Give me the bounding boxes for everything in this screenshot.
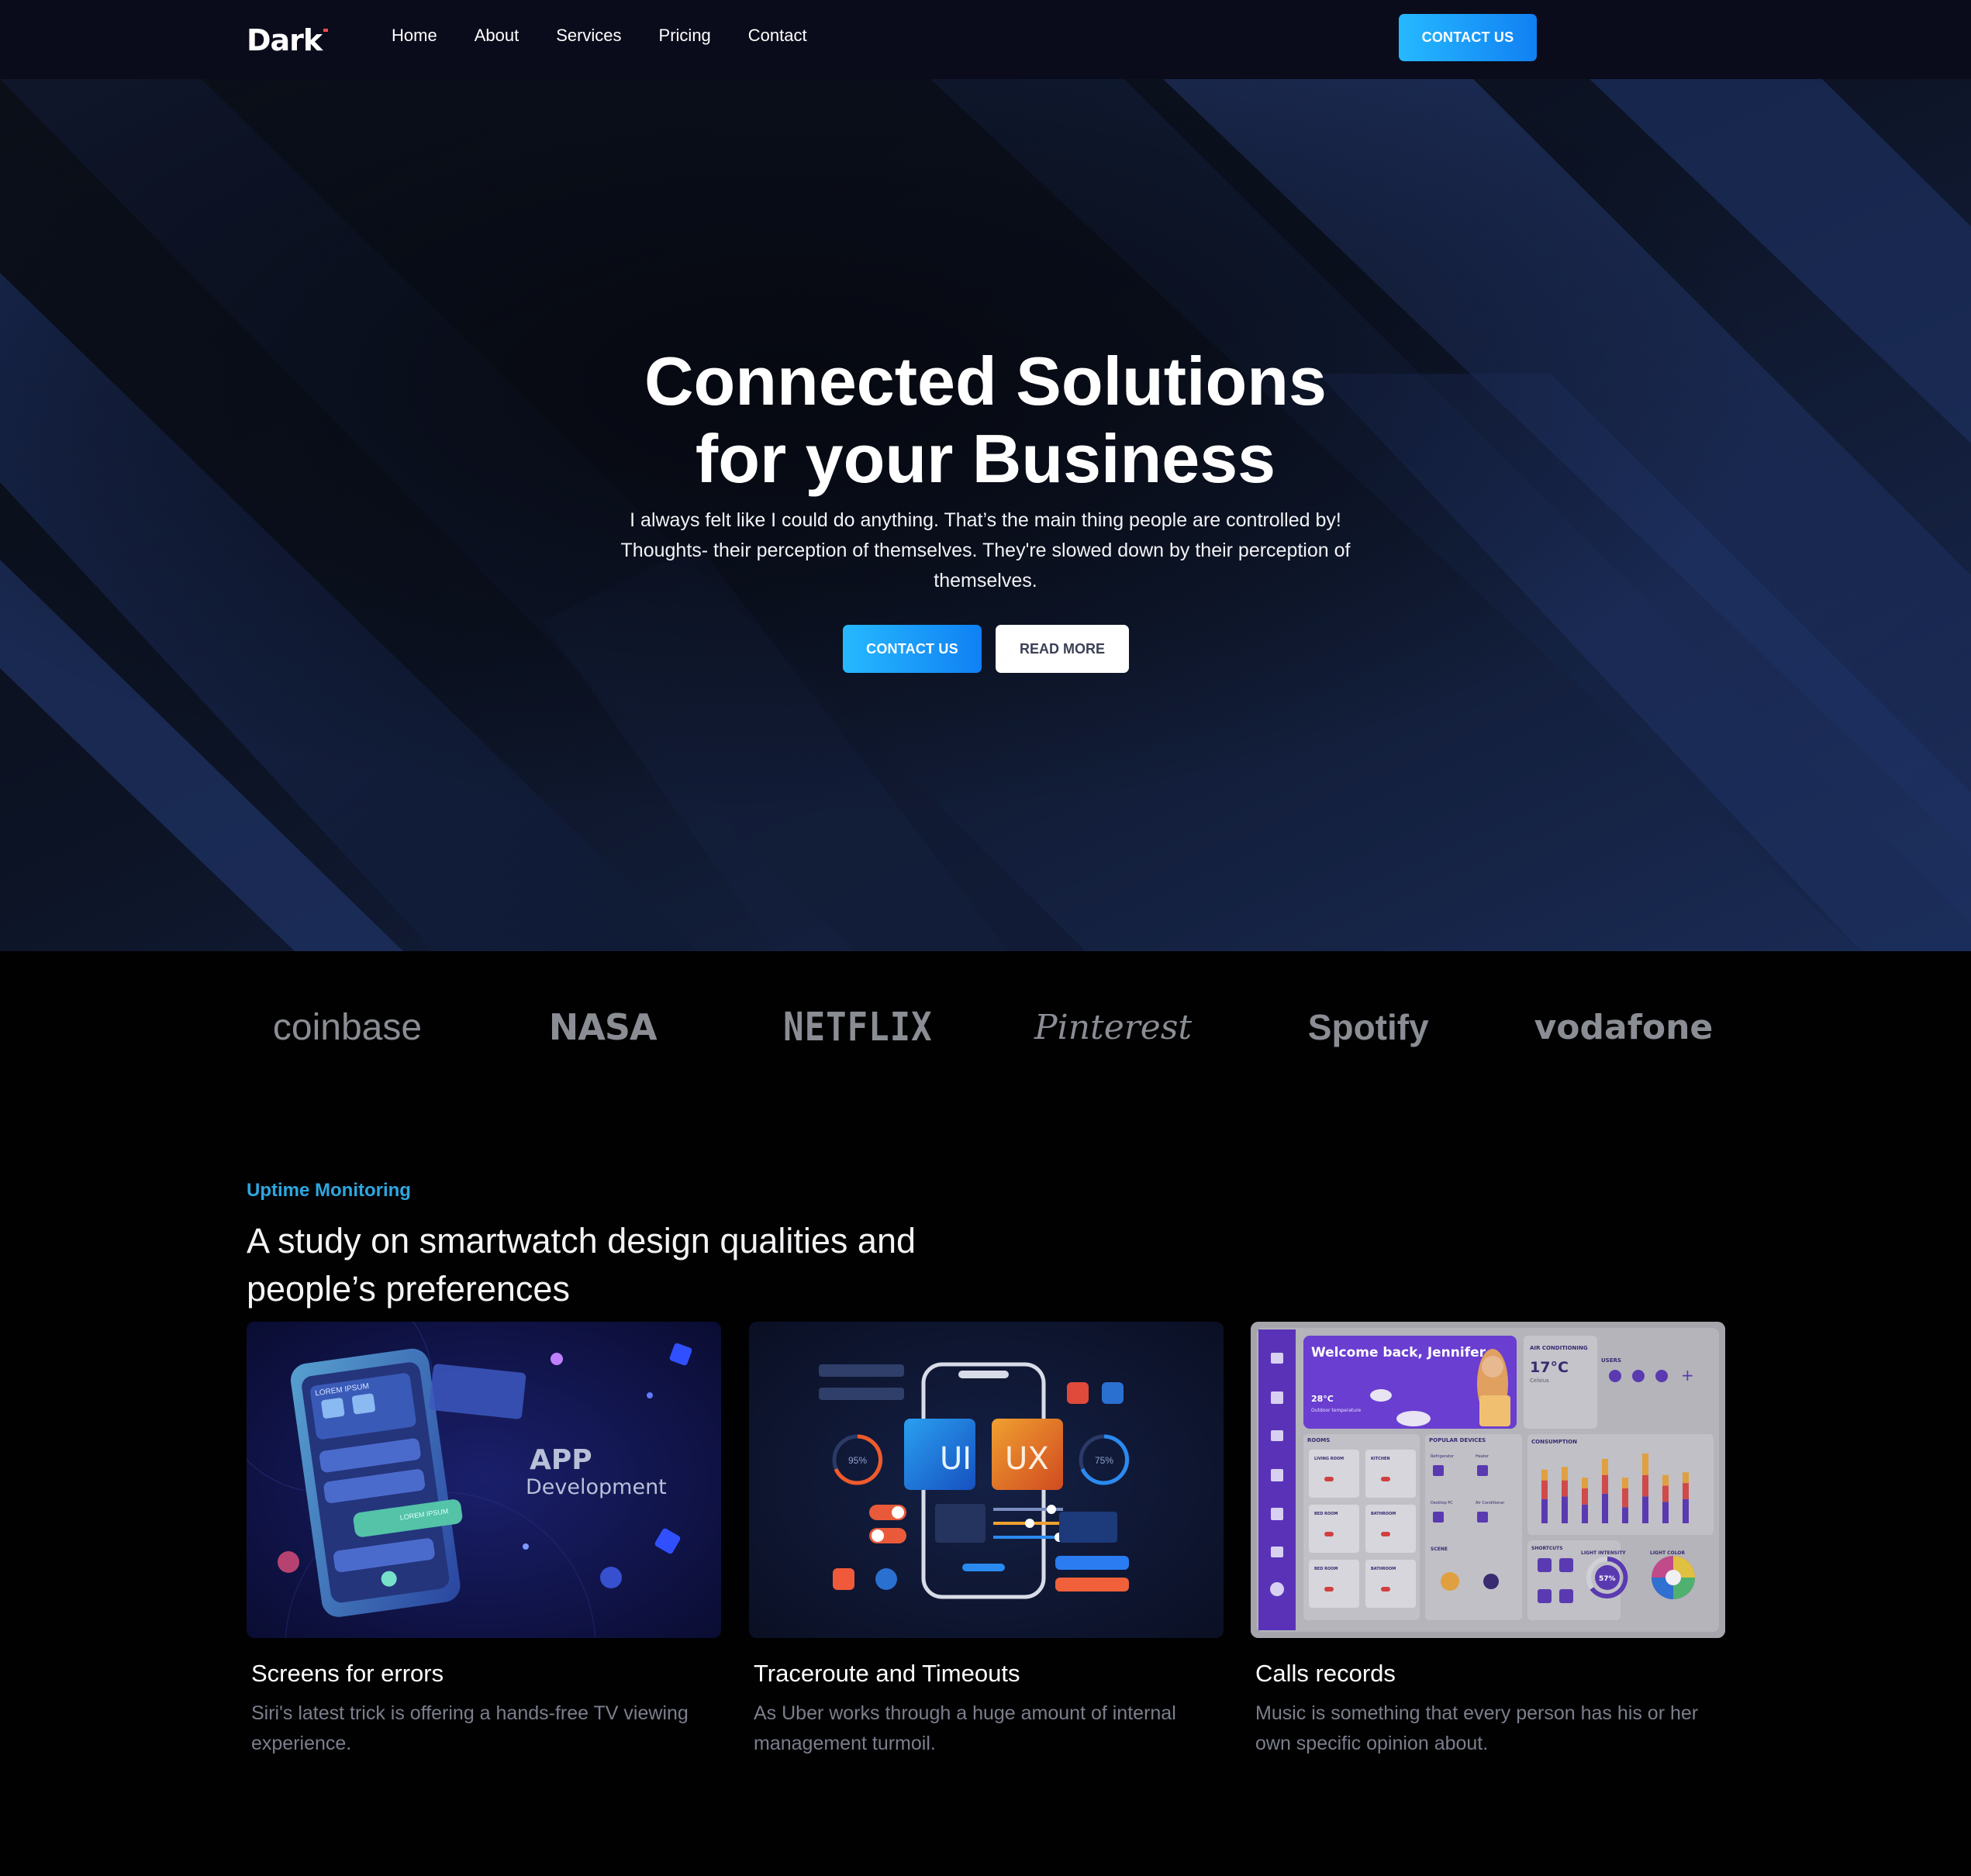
ac-temp: 17°C [1530, 1359, 1569, 1376]
room-5-label: BED ROOM [1314, 1567, 1338, 1571]
nasa-logo: NASA [548, 1006, 658, 1048]
consumption-bar [1662, 1502, 1669, 1523]
consumption-bar [1562, 1496, 1568, 1523]
app-big-text: APP [530, 1444, 592, 1476]
hero-title-line2: for your Business [695, 420, 1276, 497]
ui-label: UI [940, 1441, 972, 1477]
consumption-bar [1642, 1454, 1648, 1475]
card-description: As Uber works through a huge amount of i… [754, 1702, 1176, 1754]
gauge-right-value: 75% [1095, 1455, 1113, 1466]
gauge-left-value: 95% [848, 1455, 867, 1466]
consumption-bar [1683, 1498, 1689, 1523]
consumption-bar [1662, 1485, 1669, 1502]
hero-read-more-button[interactable]: READ MORE [996, 625, 1129, 673]
add-user-icon: + [1681, 1366, 1694, 1385]
consumption-label: CONSUMPTION [1531, 1439, 1577, 1445]
hero-subtitle: I always felt like I could do anything. … [620, 509, 1351, 591]
nav-link-home[interactable]: Home [392, 23, 437, 48]
consumption-bar [1541, 1498, 1548, 1523]
coinbase-logo: coinbase [272, 1006, 423, 1048]
card-title: Screens for errors [251, 1660, 444, 1687]
dashboard-outdoor-label: Outdoor temperature [1311, 1408, 1361, 1413]
netflix-logo: NETFLIX [783, 1004, 933, 1050]
nav-link-contact[interactable]: Contact [748, 23, 807, 48]
section-eyebrow: Uptime Monitoring [247, 1180, 411, 1201]
users-label: USERS [1601, 1357, 1621, 1364]
nav-links: Home About Services Pricing Contact [392, 23, 807, 48]
shortcuts-label: SHORTCUTS [1531, 1546, 1563, 1551]
dashboard-welcome: Welcome back, Jennifer [1311, 1345, 1486, 1360]
consumption-bar [1622, 1488, 1628, 1508]
room-6-label: BATHROOM [1371, 1567, 1396, 1571]
consumption-bar [1582, 1478, 1588, 1488]
ui-ux-illustration: UI UX 95% 75% [749, 1322, 1224, 1638]
light-intensity-value: 57% [1599, 1575, 1616, 1583]
smart-home-dashboard-illustration: Welcome back, Jennifer 28°C Outdoor temp… [1251, 1322, 1725, 1638]
consumption-bar [1642, 1474, 1648, 1497]
room-2-label: KITCHEN [1371, 1457, 1390, 1461]
consumption-bar [1562, 1467, 1568, 1481]
app-development-illustration: LOREM IPSUM LOREM IPSUM APP Development [247, 1322, 721, 1638]
light-intensity-label: LIGHT INTENSITY [1581, 1550, 1626, 1556]
consumption-bar [1622, 1478, 1628, 1488]
logo-accent-dot [323, 29, 329, 32]
pinterest-logo: Pinterest [1034, 1007, 1193, 1047]
card-title: Traceroute and Timeouts [754, 1660, 1020, 1687]
ac-unit: Celsius [1530, 1378, 1549, 1384]
rooms-label: ROOMS [1307, 1437, 1330, 1443]
consumption-bar [1582, 1504, 1588, 1523]
nav-link-about[interactable]: About [475, 23, 520, 48]
room-1-label: LIVING ROOM [1314, 1457, 1344, 1461]
hero-section: Connected Solutions for your Business I … [0, 79, 1971, 951]
card-description: Music is something that every person has… [1255, 1702, 1699, 1754]
vodafone-logo: vodafone [1534, 1007, 1714, 1047]
light-color-label: LIGHT COLOR [1650, 1550, 1685, 1556]
spotify-logo: Spotify [1307, 1007, 1429, 1047]
brand-logo-text: Dark [247, 23, 323, 57]
consumption-bar [1541, 1480, 1548, 1499]
consumption-bar [1662, 1474, 1669, 1486]
brand-logos-row: coinbase NASA NETFLIX Pinterest Spotify … [247, 1000, 1724, 1054]
device-3-label: Desktop PC [1431, 1501, 1453, 1505]
room-4-label: BATHROOM [1371, 1512, 1396, 1516]
app-small-text: Development [526, 1475, 667, 1499]
top-navbar: Dark Home About Services Pricing Contact… [0, 0, 1971, 79]
nav-link-pricing[interactable]: Pricing [659, 23, 711, 48]
service-card-calls[interactable]: Welcome back, Jennifer 28°C Outdoor temp… [1251, 1322, 1725, 1759]
hero-title-line1: Connected Solutions [644, 343, 1327, 419]
ac-label: AIR CONDITIONING [1530, 1345, 1588, 1351]
consumption-bar [1602, 1458, 1608, 1475]
ux-label: UX [1005, 1441, 1049, 1477]
nav-link-services[interactable]: Services [556, 23, 621, 48]
device-2-label: Heater [1476, 1454, 1489, 1459]
hero-contact-button[interactable]: CONTACT US [843, 625, 982, 673]
consumption-bar [1602, 1493, 1608, 1523]
service-card-screens[interactable]: LOREM IPSUM LOREM IPSUM APP Development … [247, 1322, 721, 1759]
consumption-bar [1602, 1474, 1608, 1494]
device-4-label: Air Conditioner [1476, 1501, 1505, 1505]
service-card-traceroute[interactable]: UI UX 95% 75% Traceroute and Timeouts As… [749, 1322, 1224, 1759]
device-1-label: Refrigerator [1431, 1454, 1455, 1459]
room-3-label: BED ROOM [1314, 1512, 1338, 1516]
card-title: Calls records [1255, 1660, 1396, 1687]
consumption-bar [1541, 1469, 1548, 1481]
consumption-bar [1622, 1507, 1628, 1523]
consumption-bar [1642, 1496, 1648, 1523]
section-title: A study on smartwatch design qualities a… [247, 1221, 916, 1309]
dashboard-outdoor-temp: 28°C [1311, 1394, 1334, 1404]
consumption-bar [1683, 1472, 1689, 1484]
consumption-bar [1582, 1488, 1588, 1505]
nav-contact-button[interactable]: CONTACT US [1399, 14, 1537, 61]
devices-label: POPULAR DEVICES [1429, 1437, 1486, 1443]
scene-label: SCENE [1431, 1547, 1448, 1552]
hero-title: Connected Solutions for your Business [0, 343, 1971, 498]
consumption-bar [1683, 1483, 1689, 1499]
brand-logo[interactable]: Dark [247, 23, 329, 57]
card-description: Siri's latest trick is offering a hands-… [251, 1702, 689, 1754]
consumption-bar [1562, 1480, 1568, 1497]
